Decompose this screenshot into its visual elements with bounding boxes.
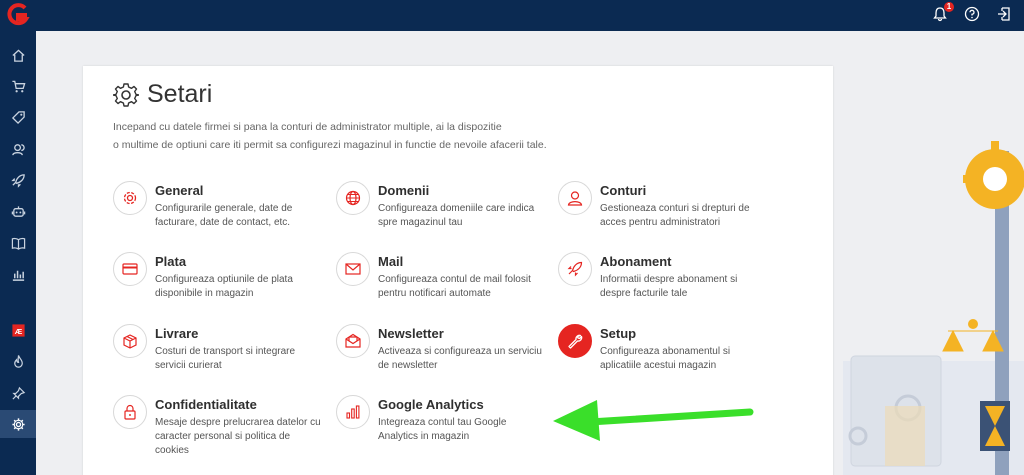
top-bar: 1 xyxy=(0,0,1024,31)
setting-setup[interactable]: Setup Configureaza abonamentul si aplica… xyxy=(558,324,768,388)
svg-text:Æ: Æ xyxy=(14,326,22,335)
box-icon xyxy=(113,324,147,358)
sidebar-item-orders[interactable] xyxy=(0,72,36,100)
sidebar-item-home[interactable] xyxy=(0,41,36,69)
notifications-bell-icon[interactable]: 1 xyxy=(932,2,954,22)
sidebar-item-settings[interactable] xyxy=(0,410,36,438)
sidebar-item-content[interactable] xyxy=(0,229,36,257)
setting-general[interactable]: General Configurarile generale, date de … xyxy=(113,181,323,245)
help-icon[interactable] xyxy=(964,6,980,22)
user-icon xyxy=(558,181,592,215)
logout-icon[interactable] xyxy=(996,6,1012,22)
setting-domains[interactable]: Domenii Configureaza domeniile care indi… xyxy=(336,181,546,245)
setting-google-analytics[interactable]: Google Analytics Integreaza contul tau G… xyxy=(336,395,546,459)
setting-title: General xyxy=(155,183,204,198)
sidebar-item-ae[interactable]: Æ xyxy=(0,316,36,344)
robot-icon xyxy=(11,205,25,217)
setting-title: Confidentialitate xyxy=(155,397,257,412)
setting-title: Newsletter xyxy=(378,326,444,341)
globe-icon xyxy=(336,181,370,215)
sidebar-item-products[interactable] xyxy=(0,103,36,131)
ae-icon: Æ xyxy=(11,323,25,337)
credit-card-icon xyxy=(113,252,147,286)
gear-icon xyxy=(113,82,139,107)
setting-desc: Configurarile generale, date de facturar… xyxy=(155,203,293,228)
page-title: Setari xyxy=(147,80,213,108)
sidebar-item-automation[interactable] xyxy=(0,197,36,225)
page-intro: Incepand cu datele firmei si pana la con… xyxy=(113,121,547,151)
chart-icon xyxy=(12,270,24,281)
pin-icon xyxy=(11,386,25,400)
rocket-icon xyxy=(558,252,592,286)
setting-accounts[interactable]: Conturi Gestioneaza conturi si drepturi … xyxy=(558,181,768,245)
rocket-icon xyxy=(10,173,25,188)
setting-desc: Integreaza contul tau Google Analytics i… xyxy=(378,417,507,442)
setting-desc: Configureaza domeniile care indica spre … xyxy=(378,203,535,228)
setting-title: Domenii xyxy=(378,183,430,198)
envelope-icon xyxy=(336,252,370,286)
page-header: Setari xyxy=(113,80,212,109)
setting-payment[interactable]: Plata Configureaza optiunile de plata di… xyxy=(113,252,323,316)
book-icon xyxy=(11,237,25,250)
setting-desc: Configureaza contul de mail folosit pent… xyxy=(378,274,531,299)
setting-title: Setup xyxy=(600,326,637,341)
setting-title: Plata xyxy=(155,254,187,269)
annotation-arrow xyxy=(553,400,754,441)
bar-chart-icon xyxy=(336,395,370,429)
sidebar-item-tools[interactable] xyxy=(0,379,36,407)
setting-title: Conturi xyxy=(600,183,647,198)
sidebar-item-customers[interactable] xyxy=(0,135,36,163)
customers-icon xyxy=(11,143,25,155)
setting-desc: Costuri de transport si integrare servic… xyxy=(155,346,296,371)
general-gear-icon xyxy=(113,181,147,215)
setting-subscription[interactable]: Abonament Informatii despre abonament si… xyxy=(558,252,768,316)
tag-icon xyxy=(11,110,25,124)
setting-desc: Informatii despre abonament si despre fa… xyxy=(600,274,738,299)
fire-icon xyxy=(13,354,23,368)
logo-icon[interactable] xyxy=(5,3,31,29)
home-icon xyxy=(11,48,25,62)
setting-mail[interactable]: Mail Configureaza contul de mail folosit… xyxy=(336,252,546,316)
sidebar-item-marketing[interactable] xyxy=(0,166,36,194)
setting-newsletter[interactable]: Newsletter Activeaza si configureaza un … xyxy=(336,324,546,388)
setting-desc: Mesaje despre prelucrarea datelor cu car… xyxy=(155,417,321,456)
setting-desc: Configureaza abonamentul si aplicatiile … xyxy=(600,346,731,371)
setting-title: Mail xyxy=(378,254,404,269)
setting-title: Google Analytics xyxy=(378,397,484,412)
setting-privacy[interactable]: Confidentialitate Mesaje despre prelucra… xyxy=(113,395,323,459)
setting-desc: Gestioneaza conturi si drepturi de acces… xyxy=(600,203,750,228)
setting-delivery[interactable]: Livrare Costuri de transport si integrar… xyxy=(113,324,323,388)
cart-icon xyxy=(11,80,25,92)
gear-icon xyxy=(11,417,25,431)
sidebar-item-trending[interactable] xyxy=(0,347,36,375)
sidebar: Æ xyxy=(0,31,36,475)
setting-desc: Activeaza si configureaza un serviciu de… xyxy=(378,346,542,371)
sidebar-item-reports[interactable] xyxy=(0,260,36,288)
setting-desc: Configureaza optiunile de plata disponib… xyxy=(155,274,293,299)
settings-illustration xyxy=(843,141,1024,475)
notification-badge: 1 xyxy=(944,2,954,12)
setting-title: Livrare xyxy=(155,326,199,341)
wrench-icon xyxy=(558,324,592,358)
lock-icon xyxy=(113,395,147,429)
open-envelope-icon xyxy=(336,324,370,358)
setting-title: Abonament xyxy=(600,254,672,269)
